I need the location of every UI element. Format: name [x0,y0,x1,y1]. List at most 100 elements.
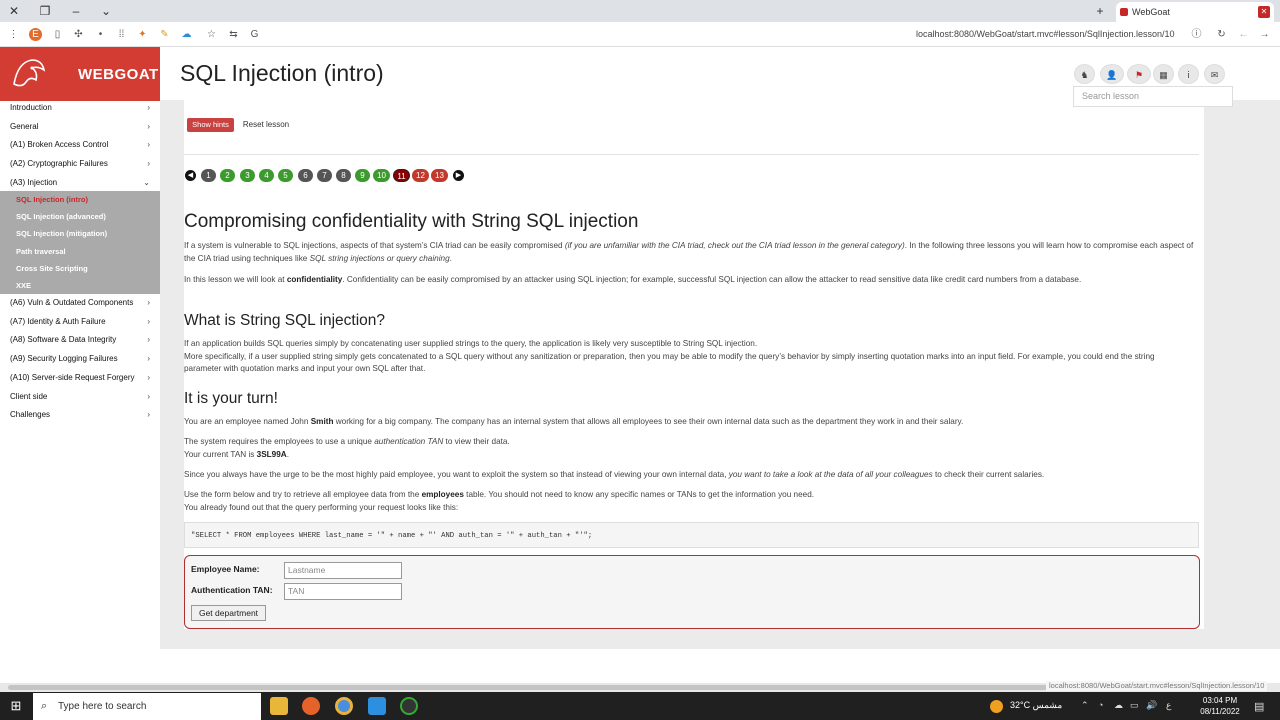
page-7[interactable]: 7 [317,169,332,182]
sidebar-item-introduction[interactable]: Introduction › [0,99,160,117]
sidebar-item-a8[interactable]: (A8) Software & Data Integrity › [0,331,160,349]
sidebar-item-a2[interactable]: (A2) Cryptographic Failures › [0,155,160,173]
weather-text[interactable]: 32°C مشمس [1010,700,1062,711]
address-bar[interactable]: localhost:8080/WebGoat/start.mvc#lesson/… [916,27,1186,42]
report-card-icon[interactable]: ▦ [1153,64,1174,84]
get-department-button[interactable]: Get department [191,605,266,621]
windows-start-icon[interactable]: ⊞ [8,698,24,714]
page-4[interactable]: 4 [259,169,274,182]
sidebar-icon[interactable]: ▯ [51,28,64,41]
submenu-item-sql-injection-intro[interactable]: SQL Injection (intro) [0,191,160,208]
show-hints-button[interactable]: Show hints [187,118,234,132]
sidebar-item-a1[interactable]: (A1) Broken Access Control › [0,136,160,154]
chrome-icon[interactable] [335,697,353,715]
bookmark-star-icon[interactable]: ☆ [205,28,218,41]
reset-lesson-button[interactable]: Reset lesson [239,118,293,132]
page-13[interactable]: 13 [431,169,448,182]
language-indicator[interactable]: ع [1166,700,1171,711]
sidebar-item-a7[interactable]: (A7) Identity & Auth Failure › [0,313,160,331]
mail-icon[interactable]: ✉ [1204,64,1225,84]
next-page-icon[interactable]: ▶ [453,170,464,181]
search-lesson-input[interactable]: Search lesson [1073,86,1233,107]
page-3[interactable]: 3 [240,169,255,182]
window-titlebar: ✕ ❐ – ⌄ + WebGoat ✕ [0,0,1280,22]
sidebar-item-a6[interactable]: (A6) Vuln & Outdated Components › [0,294,160,312]
scrollbar-thumb[interactable] [8,685,1048,690]
page-5[interactable]: 5 [278,169,293,182]
submenu-item-sql-injection-mitigation[interactable]: SQL Injection (mitigation) [0,225,160,242]
extensions-puzzle-icon[interactable]: ✣ [72,28,85,41]
page-2[interactable]: 2 [220,169,235,182]
volume-icon[interactable]: 🔊 [1146,700,1157,711]
content-footer-band [160,629,1280,649]
page-8[interactable]: 8 [336,169,351,182]
page-12[interactable]: 12 [412,169,429,182]
page-9[interactable]: 9 [355,169,370,182]
docker-icon[interactable] [368,697,386,715]
submenu-item-xxe[interactable]: XXE [0,277,160,294]
network-icon[interactable]: ▭ [1130,700,1139,711]
sidebar-item-a10[interactable]: (A10) Server-side Request Forgery › [0,369,160,387]
extension-bars-icon[interactable]: ⁞⁞ [115,28,128,41]
forward-icon[interactable]: ← [1237,28,1250,41]
sidebar-item-label: Introduction [10,103,52,112]
employee-name-input[interactable]: Lastname [284,562,402,579]
sidebar-item-client-side[interactable]: Client side › [0,388,160,406]
restore-window-icon[interactable]: ❐ [37,3,53,19]
sidebar-item-general[interactable]: General › [0,118,160,136]
taskbar-clock[interactable]: 03:04 PM 08/11/2022 [1196,695,1244,717]
back-icon[interactable]: → [1258,28,1271,41]
clock-date: 08/11/2022 [1200,707,1240,716]
sidebar-item-a9[interactable]: (A9) Security Logging Failures › [0,350,160,368]
firefox-icon[interactable] [302,697,320,715]
file-explorer-icon[interactable] [270,697,288,715]
paragraph-tan: The system requires the employees to use… [184,437,510,459]
google-icon[interactable]: G [248,28,261,41]
webgoat-logo[interactable]: WEBGOAT [0,47,160,101]
reload-icon[interactable]: ↻ [1215,28,1228,41]
extension-e-icon[interactable]: E [29,28,42,41]
page-11[interactable]: 11 [393,169,410,182]
browser-tab[interactable]: WebGoat ✕ [1116,2,1274,22]
content-gutter [160,100,184,629]
minimize-window-icon[interactable]: – [68,3,84,19]
sidebar-item-label: (A10) Server-side Request Forgery [10,373,135,382]
language-flag-icon[interactable]: ⚑ [1127,64,1151,84]
close-window-icon[interactable]: ✕ [6,3,22,19]
user-menu-icon[interactable]: 👤 [1100,64,1124,84]
submenu-item-sql-injection-advanced[interactable]: SQL Injection (advanced) [0,208,160,225]
tray-app-icon[interactable]: ◔ [1098,700,1103,710]
tab-list-icon[interactable]: ⌄ [98,3,114,19]
page-6[interactable]: 6 [298,169,313,182]
auth-tan-input[interactable]: TAN [284,583,402,600]
paragraph-string-sql: If an application builds SQL queries sim… [184,339,1155,373]
taskbar-search-input[interactable]: ⌕ Type here to search [33,693,261,720]
sidebar-item-label: (A7) Identity & Auth Failure [10,317,106,326]
sidebar-item-label: (A2) Cryptographic Failures [10,159,108,168]
new-tab-icon[interactable]: + [1092,3,1108,19]
extension-cloud-icon[interactable]: ☁ [180,28,193,41]
prev-page-icon[interactable]: ◀ [185,170,196,181]
sidebar-item-challenges[interactable]: Challenges › [0,406,160,424]
app-icon[interactable] [400,697,418,715]
menu-dots-icon[interactable]: ⋮ [7,28,20,41]
goat-home-icon[interactable]: ♞ [1074,64,1095,84]
tab-close-icon[interactable]: ✕ [1258,6,1270,18]
info-icon[interactable]: ⅰ [1178,64,1199,84]
page-10[interactable]: 10 [373,169,390,182]
metamask-icon[interactable]: ✦ [136,28,149,41]
submenu-item-xss[interactable]: Cross Site Scripting [0,260,160,277]
status-bar-url: localhost:8080/WebGoat/start.mvc#lesson/… [1046,681,1268,691]
translate-icon[interactable]: ⇆ [227,28,240,41]
chevron-right-icon: › [147,317,150,326]
site-info-icon[interactable]: ⓘ [1190,28,1203,41]
submenu-item-path-traversal[interactable]: Path traversal [0,243,160,260]
extension-pencil-icon[interactable]: ✎ [158,28,171,41]
extension-dot-icon[interactable]: • [94,28,107,41]
onedrive-icon[interactable]: ☁ [1114,700,1123,711]
chevron-right-icon: › [147,122,150,131]
sidebar-item-a3[interactable]: (A3) Injection ⌄ [0,174,160,192]
tray-chevron-icon[interactable]: ⌃ [1081,700,1089,711]
notifications-icon[interactable]: ▤ [1254,700,1264,713]
page-1[interactable]: 1 [201,169,216,182]
